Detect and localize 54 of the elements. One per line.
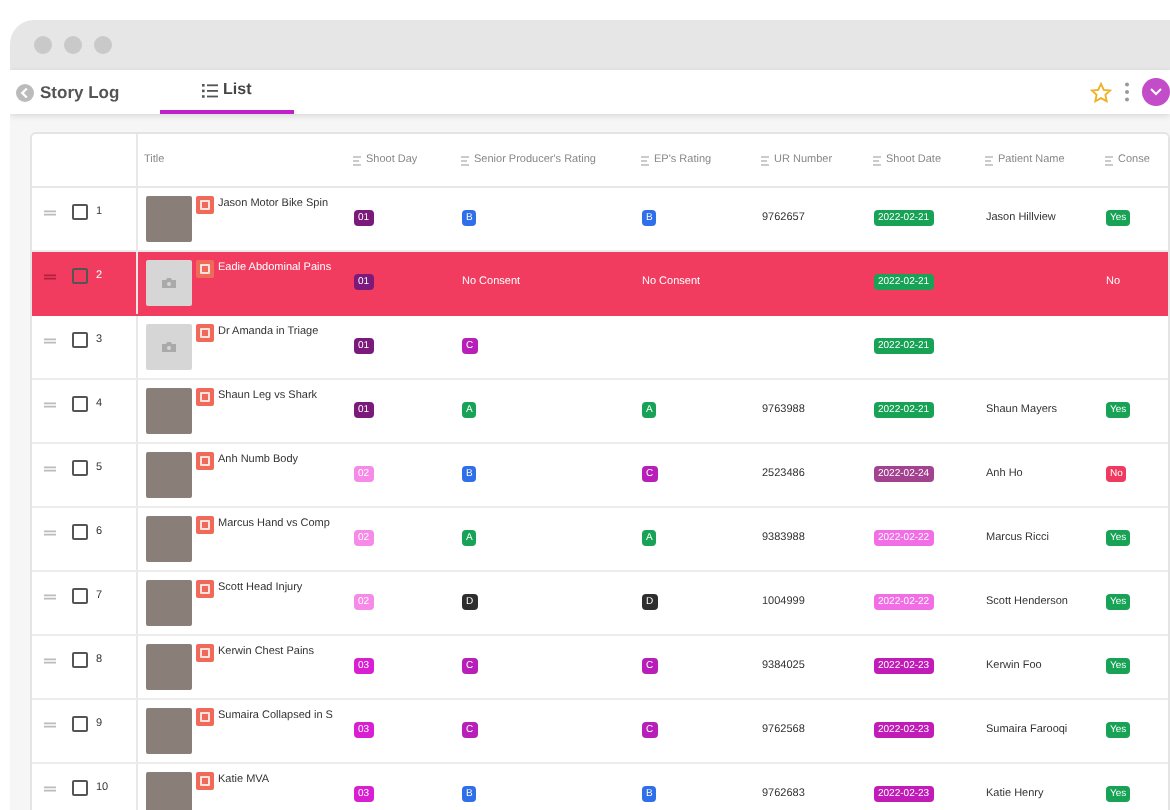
list-icon (201, 83, 218, 97)
field-type-icon (352, 155, 362, 165)
drag-handle-icon[interactable] (44, 658, 56, 664)
back-arrow-icon (16, 83, 34, 101)
drag-handle-icon[interactable] (44, 338, 56, 344)
photo-placeholder (146, 516, 192, 562)
drag-handle-icon[interactable] (44, 722, 56, 728)
row-checkbox[interactable] (72, 396, 88, 412)
document-icon[interactable] (196, 580, 214, 598)
photo-placeholder (146, 388, 192, 434)
document-icon[interactable] (196, 388, 214, 406)
document-icon[interactable] (196, 772, 214, 790)
field-type-icon (872, 155, 882, 165)
drag-handle-icon[interactable] (44, 274, 56, 280)
drag-handle-icon[interactable] (44, 402, 56, 408)
photo-placeholder (146, 644, 192, 690)
chevron-down-icon (1150, 88, 1162, 96)
drag-handle-icon[interactable] (44, 594, 56, 600)
more-options-icon[interactable] (1124, 82, 1130, 102)
row-checkbox[interactable] (72, 524, 88, 540)
field-type-icon (460, 155, 470, 165)
document-icon[interactable] (196, 452, 214, 470)
photo-placeholder (146, 196, 192, 242)
row-checkbox[interactable] (72, 460, 88, 476)
drag-handle-icon[interactable] (44, 210, 56, 216)
document-icon[interactable] (196, 516, 214, 534)
back-link[interactable]: Story Log (10, 70, 160, 114)
field-type-icon (760, 155, 770, 165)
document-icon[interactable] (196, 708, 214, 726)
document-icon[interactable] (196, 260, 214, 278)
row-checkbox[interactable] (72, 268, 88, 284)
row-checkbox[interactable] (72, 204, 88, 220)
row-checkbox[interactable] (72, 780, 88, 796)
star-icon[interactable] (1090, 81, 1112, 103)
photo-placeholder (146, 708, 192, 754)
row-checkbox[interactable] (72, 332, 88, 348)
document-icon[interactable] (196, 196, 214, 214)
row-checkbox[interactable] (72, 652, 88, 668)
camera-icon (162, 342, 176, 352)
field-type-icon (984, 155, 994, 165)
drag-handle-icon[interactable] (44, 530, 56, 536)
field-type-icon (640, 155, 650, 165)
account-menu-button[interactable] (1142, 78, 1170, 106)
photo-placeholder (146, 772, 192, 810)
row-checkbox[interactable] (72, 588, 88, 604)
camera-icon (162, 278, 176, 288)
drag-handle-icon[interactable] (44, 786, 56, 792)
row-checkbox[interactable] (72, 716, 88, 732)
field-type-icon (1104, 155, 1114, 165)
document-icon[interactable] (196, 324, 214, 342)
photo-placeholder (146, 452, 192, 498)
document-icon[interactable] (196, 644, 214, 662)
drag-handle-icon[interactable] (44, 466, 56, 472)
photo-placeholder (146, 580, 192, 626)
